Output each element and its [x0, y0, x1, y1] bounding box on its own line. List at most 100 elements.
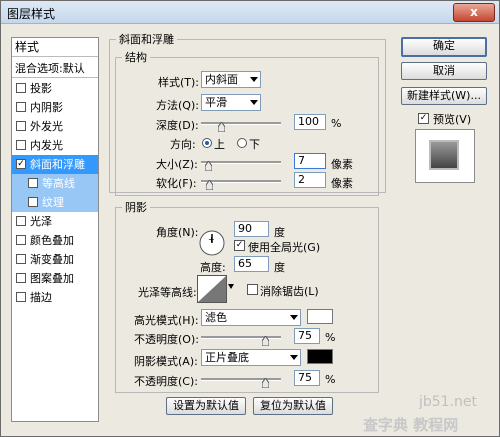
style-item-label: 图案叠加 — [30, 272, 74, 285]
gloss-contour-swatch[interactable] — [197, 275, 227, 303]
size-slider-thumb[interactable] — [205, 161, 212, 171]
stroke-checkbox[interactable] — [16, 292, 26, 302]
altitude-label: 高度: — [200, 261, 226, 274]
style-item-stroke[interactable]: 描边 — [12, 288, 98, 307]
style-item-satin[interactable]: 光泽 — [12, 212, 98, 231]
preview-swatch — [429, 140, 459, 170]
style-item-label: 斜面和浮雕 — [30, 158, 85, 171]
close-button[interactable]: x — [453, 3, 495, 22]
highlight-color-swatch[interactable] — [307, 309, 333, 324]
style-item-label: 外发光 — [30, 120, 63, 133]
style-item-label: 纹理 — [42, 196, 64, 209]
texture-checkbox[interactable] — [28, 197, 38, 207]
depth-unit: % — [331, 117, 342, 130]
gradient-overlay-checkbox[interactable] — [16, 254, 26, 264]
shadow-opacity-track[interactable] — [201, 378, 281, 381]
technique-dropdown[interactable]: 平滑 — [201, 94, 261, 111]
size-input[interactable]: 7 — [294, 153, 326, 169]
dropdown-arrow-icon — [290, 355, 298, 360]
angle-input[interactable]: 90 — [234, 221, 269, 237]
style-item-outer-glow[interactable]: 外发光 — [12, 117, 98, 136]
global-light-checkbox[interactable]: ✓ — [234, 240, 245, 251]
style-dropdown[interactable]: 内斜面 — [201, 71, 261, 88]
new-style-button[interactable]: 新建样式(W)... — [401, 87, 487, 105]
dropdown-arrow-icon — [290, 315, 298, 320]
direction-up-label: 上 — [214, 138, 225, 151]
antialias-checkbox[interactable] — [247, 284, 258, 295]
soften-slider-track[interactable] — [201, 180, 281, 183]
highlight-opacity-input[interactable]: 75 — [294, 328, 320, 344]
depth-label: 深度(D): — [156, 119, 199, 132]
contour-checkbox[interactable] — [28, 178, 38, 188]
satin-checkbox[interactable] — [16, 216, 26, 226]
style-item-bevel-emboss[interactable]: ✓ 斜面和浮雕 — [12, 155, 98, 174]
style-item-color-overlay[interactable]: 颜色叠加 — [12, 231, 98, 250]
size-slider-track[interactable] — [201, 161, 281, 164]
reset-default-button[interactable]: 复位为默认值 — [253, 397, 333, 415]
set-default-button[interactable]: 设置为默认值 — [166, 397, 246, 415]
style-item-label: 描边 — [30, 291, 52, 304]
soften-slider-thumb[interactable] — [206, 180, 213, 190]
highlight-opacity-thumb[interactable] — [262, 336, 269, 346]
depth-slider-thumb[interactable] — [218, 122, 225, 132]
style-item-drop-shadow[interactable]: 投影 — [12, 79, 98, 98]
style-item-label: 渐变叠加 — [30, 253, 74, 266]
watermark-text: 查字典 教程网 — [363, 416, 459, 434]
preview-label: 预览(V) — [433, 113, 472, 126]
altitude-input[interactable]: 65 — [234, 256, 269, 272]
angle-label: 角度(N): — [156, 226, 199, 239]
color-overlay-checkbox[interactable] — [16, 235, 26, 245]
highlight-opacity-unit: % — [325, 331, 336, 344]
highlight-mode-dropdown[interactable]: 滤色 — [201, 309, 301, 326]
shadow-mode-label: 阴影模式(A): — [134, 355, 198, 368]
soften-input[interactable]: 2 — [294, 172, 326, 188]
shadow-opacity-input[interactable]: 75 — [294, 370, 320, 386]
pattern-overlay-checkbox[interactable] — [16, 273, 26, 283]
angle-unit: 度 — [274, 226, 285, 239]
styles-header[interactable]: 样式 — [12, 38, 98, 57]
shadow-opacity-thumb[interactable] — [262, 378, 269, 388]
dropdown-arrow-icon — [250, 100, 258, 105]
technique-dropdown-value: 平滑 — [205, 96, 227, 109]
gloss-contour-dropdown-icon[interactable] — [228, 284, 234, 289]
title-bar[interactable]: 图层样式 x — [1, 1, 499, 24]
highlight-opacity-label: 不透明度(O): — [134, 333, 199, 346]
shadow-opacity-unit: % — [325, 373, 336, 386]
angle-dial-icon[interactable]: + — [198, 229, 226, 257]
inner-glow-checkbox[interactable] — [16, 140, 26, 150]
watermark-site: jb51.net — [419, 394, 478, 410]
style-item-label: 内发光 — [30, 139, 63, 152]
style-item-gradient-overlay[interactable]: 渐变叠加 — [12, 250, 98, 269]
preview-checkbox[interactable]: ✓ — [418, 113, 429, 124]
direction-up-radio[interactable] — [202, 138, 212, 148]
style-item-pattern-overlay[interactable]: 图案叠加 — [12, 269, 98, 288]
global-light-label: 使用全局光(G) — [248, 241, 321, 254]
outer-glow-checkbox[interactable] — [16, 121, 26, 131]
shadow-color-swatch[interactable] — [307, 349, 333, 364]
bevel-emboss-checkbox[interactable]: ✓ — [16, 159, 26, 169]
cancel-button[interactable]: 取消 — [401, 62, 487, 80]
shadow-mode-dropdown[interactable]: 正片叠底 — [201, 349, 301, 366]
inner-shadow-checkbox[interactable] — [16, 102, 26, 112]
shadow-opacity-label: 不透明度(C): — [134, 375, 198, 388]
svg-text:+: + — [208, 235, 215, 244]
layer-style-dialog: 图层样式 x 样式 混合选项:默认 投影 内阴影 外发光 内发光 ✓ 斜面和浮雕 … — [0, 0, 500, 437]
dropdown-arrow-icon — [250, 77, 258, 82]
style-item-contour[interactable]: 等高线 — [12, 174, 98, 193]
drop-shadow-checkbox[interactable] — [16, 83, 26, 93]
style-item-inner-glow[interactable]: 内发光 — [12, 136, 98, 155]
style-item-inner-shadow[interactable]: 内阴影 — [12, 98, 98, 117]
depth-input[interactable]: 100 — [294, 114, 326, 130]
soften-unit: 像素 — [331, 177, 353, 190]
soften-label: 软化(F): — [156, 177, 197, 190]
shadow-mode-value: 正片叠底 — [205, 351, 249, 364]
highlight-opacity-track[interactable] — [201, 336, 281, 339]
ok-button[interactable]: 确定 — [401, 37, 487, 57]
style-item-texture[interactable]: 纹理 — [12, 193, 98, 212]
blend-options-item[interactable]: 混合选项:默认 — [12, 59, 98, 78]
antialias-label: 消除锯齿(L) — [260, 285, 319, 298]
style-preview-thumbnail — [415, 129, 475, 183]
depth-slider-track[interactable] — [201, 122, 281, 125]
direction-down-radio[interactable] — [237, 138, 247, 148]
style-item-label: 颜色叠加 — [30, 234, 74, 247]
